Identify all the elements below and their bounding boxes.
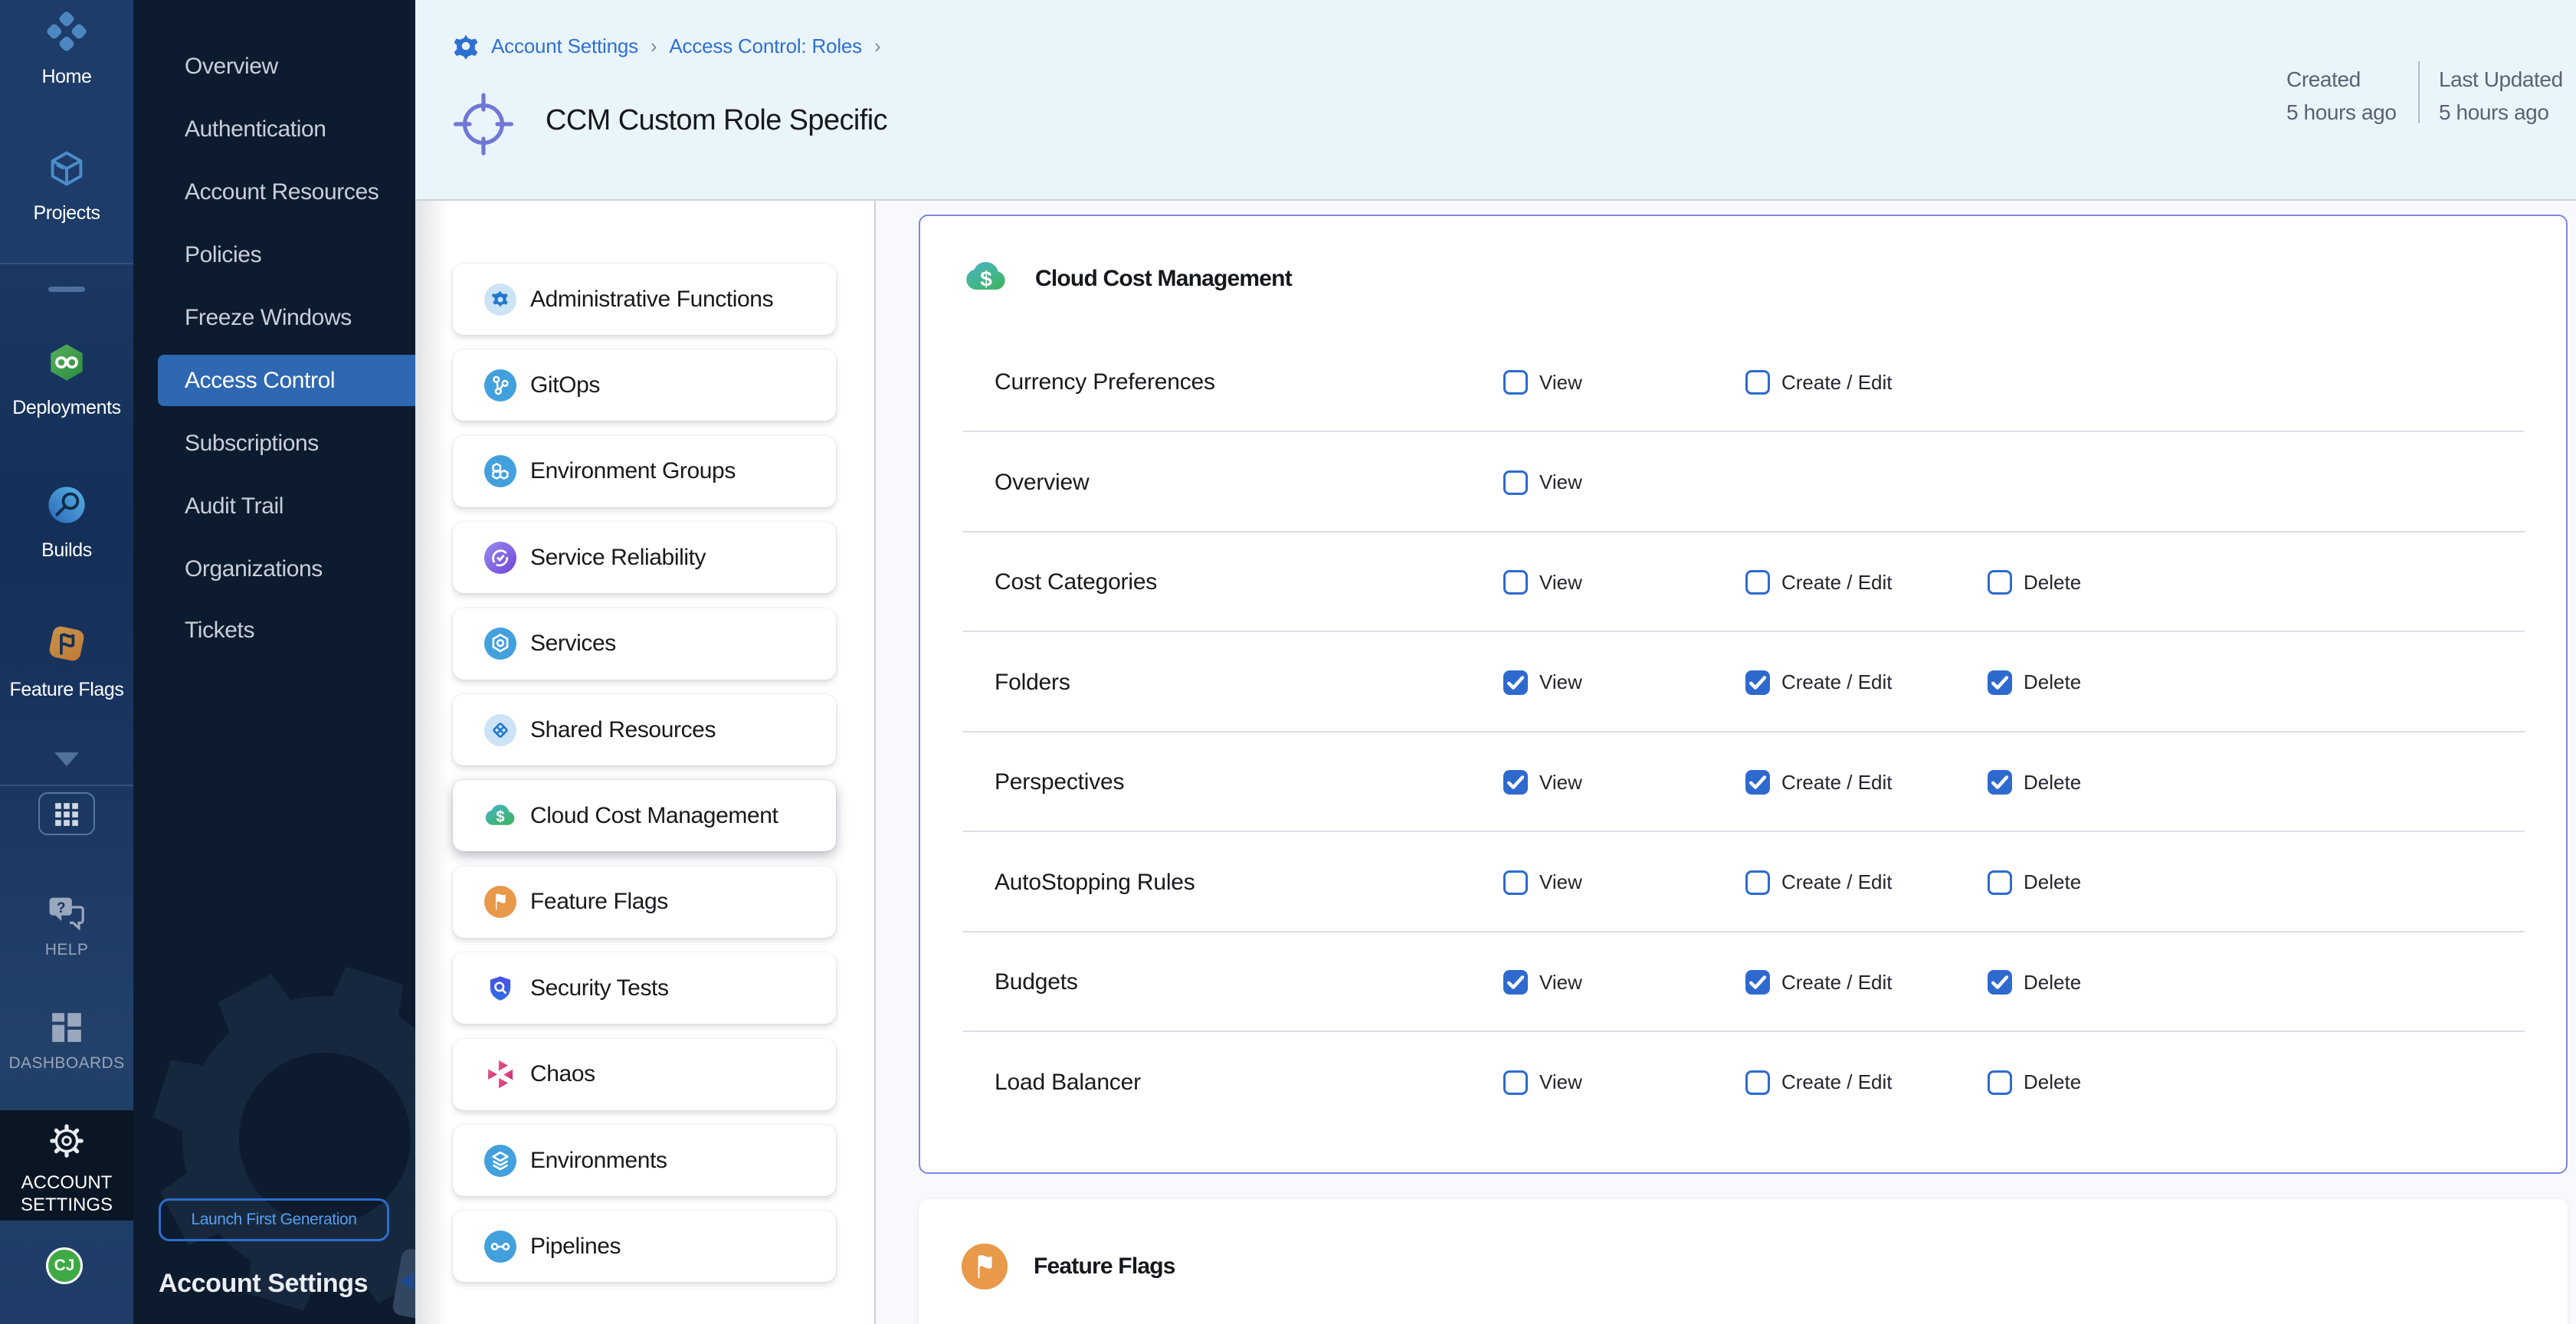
svg-text:$: $ [980, 267, 992, 290]
svg-text:$: $ [496, 809, 504, 826]
svg-text:?: ? [57, 900, 66, 916]
